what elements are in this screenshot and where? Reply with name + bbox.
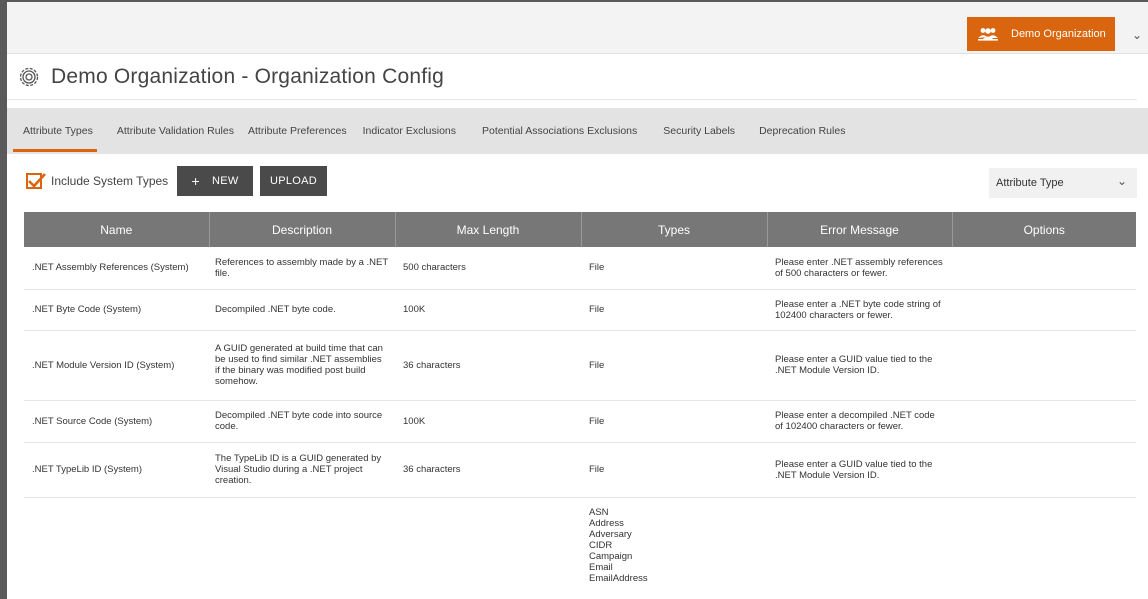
- cell-description: References to assembly made by a .NET fi…: [209, 247, 395, 290]
- table-row[interactable]: .NET TypeLib ID (System) The TypeLib ID …: [24, 442, 1136, 498]
- cell-types: ASN Address Adversary CIDR Campaign Emai…: [581, 497, 767, 597]
- cell-options: [952, 289, 1136, 331]
- plus-icon: +: [191, 173, 200, 189]
- organization-switcher-button[interactable]: Demo Organization: [967, 17, 1115, 51]
- cell-name: .NET TypeLib ID (System): [24, 442, 209, 498]
- cell-name: [24, 497, 209, 597]
- column-header-description[interactable]: Description: [209, 212, 396, 247]
- table-row[interactable]: .NET Module Version ID (System) A GUID g…: [24, 330, 1136, 401]
- cell-max-length: 36 characters: [395, 442, 581, 498]
- page-header: Demo Organization - Organization Config: [7, 54, 1137, 100]
- column-header-name[interactable]: Name: [24, 212, 210, 247]
- cell-description: [209, 497, 395, 597]
- cell-types: File: [581, 330, 767, 401]
- tab-attribute-preferences[interactable]: Attribute Preferences: [238, 108, 357, 154]
- window-frame-left: [0, 0, 7, 599]
- tab-potential-associations-exclusions[interactable]: Potential Associations Exclusions: [472, 108, 647, 154]
- cell-error-message: Please enter a GUID value tied to the .N…: [767, 442, 952, 498]
- chevron-down-icon[interactable]: ⌄: [1126, 22, 1148, 48]
- table-row[interactable]: .NET Source Code (System) Decompiled .NE…: [24, 400, 1136, 443]
- attribute-types-table: Name Description Max Length Types Error …: [24, 212, 1136, 597]
- include-system-types-label[interactable]: Include System Types: [51, 174, 168, 188]
- column-header-error-message[interactable]: Error Message: [767, 212, 953, 247]
- cell-max-length: 36 characters: [395, 330, 581, 401]
- types-list-item: Campaign: [589, 550, 633, 562]
- tab-deprecation-rules[interactable]: Deprecation Rules: [749, 108, 855, 154]
- users-icon: [977, 27, 999, 41]
- cell-error-message: Please enter a decompiled .NET code of 1…: [767, 400, 952, 443]
- cell-options: [952, 247, 1136, 290]
- upload-button[interactable]: UPLOAD: [260, 166, 327, 196]
- cell-description: Decompiled .NET byte code.: [209, 289, 395, 331]
- config-tabs: Attribute Types Attribute Validation Rul…: [7, 108, 1148, 154]
- toolbar: Include System Types + NEW UPLOAD Attrib…: [7, 164, 1148, 200]
- cell-error-message: Please enter .NET assembly references of…: [767, 247, 952, 290]
- cell-name: .NET Byte Code (System): [24, 289, 209, 331]
- tab-attribute-types[interactable]: Attribute Types: [7, 108, 103, 154]
- cell-types: File: [581, 442, 767, 498]
- include-system-types-checkbox[interactable]: [26, 173, 46, 189]
- gear-icon: [17, 65, 41, 89]
- types-list-item: CIDR: [589, 539, 613, 551]
- table-header-row: Name Description Max Length Types Error …: [24, 212, 1136, 247]
- tab-attribute-validation-rules[interactable]: Attribute Validation Rules: [107, 108, 244, 154]
- column-header-max-length[interactable]: Max Length: [395, 212, 582, 247]
- cell-options: [952, 330, 1136, 401]
- page-title: Demo Organization - Organization Config: [51, 64, 444, 88]
- tab-indicator-exclusions[interactable]: Indicator Exclusions: [353, 108, 466, 154]
- cell-name: .NET Module Version ID (System): [24, 330, 209, 401]
- cell-options: [952, 400, 1136, 443]
- types-list-item: Address: [589, 517, 624, 529]
- column-header-types[interactable]: Types: [581, 212, 768, 247]
- table-row[interactable]: .NET Byte Code (System) Decompiled .NET …: [24, 289, 1136, 331]
- types-list-item: Email: [589, 561, 613, 573]
- new-button[interactable]: + NEW: [177, 166, 253, 196]
- cell-error-message: Please enter a .NET byte code string of …: [767, 289, 952, 331]
- tab-security-labels[interactable]: Security Labels: [653, 108, 745, 154]
- cell-types: File: [581, 400, 767, 443]
- cell-description: Decompiled .NET byte code into source co…: [209, 400, 395, 443]
- cell-options: [952, 497, 1136, 597]
- types-list: ASN Address Adversary CIDR Campaign Emai…: [589, 507, 759, 584]
- cell-description: The TypeLib ID is a GUID generated by Vi…: [209, 442, 395, 498]
- cell-name: .NET Assembly References (System): [24, 247, 209, 290]
- organization-name: Demo Organization: [1011, 28, 1106, 40]
- cell-max-length: 500 characters: [395, 247, 581, 290]
- types-list-item: EmailAddress: [589, 572, 648, 584]
- cell-max-length: [395, 497, 581, 597]
- cell-name: .NET Source Code (System): [24, 400, 209, 443]
- table-row[interactable]: .NET Assembly References (System) Refere…: [24, 247, 1136, 290]
- new-button-label: NEW: [211, 175, 239, 187]
- column-header-options[interactable]: Options: [952, 212, 1136, 247]
- cell-types: File: [581, 289, 767, 331]
- table-row[interactable]: ASN Address Adversary CIDR Campaign Emai…: [24, 497, 1136, 597]
- cell-error-message: [767, 497, 952, 597]
- cell-types: File: [581, 247, 767, 290]
- cell-error-message: Please enter a GUID value tied to the .N…: [767, 330, 952, 401]
- select-value: Attribute Type: [996, 177, 1064, 189]
- types-list-item: ASN: [589, 506, 609, 518]
- types-list-item: Adversary: [589, 528, 632, 540]
- cell-max-length: 100K: [395, 400, 581, 443]
- chevron-down-icon: ⌄: [1116, 174, 1127, 188]
- cell-options: [952, 442, 1136, 498]
- cell-description: A GUID generated at build time that can …: [209, 330, 395, 401]
- attribute-type-filter-select[interactable]: Attribute Type ⌄: [989, 168, 1137, 198]
- cell-max-length: 100K: [395, 289, 581, 331]
